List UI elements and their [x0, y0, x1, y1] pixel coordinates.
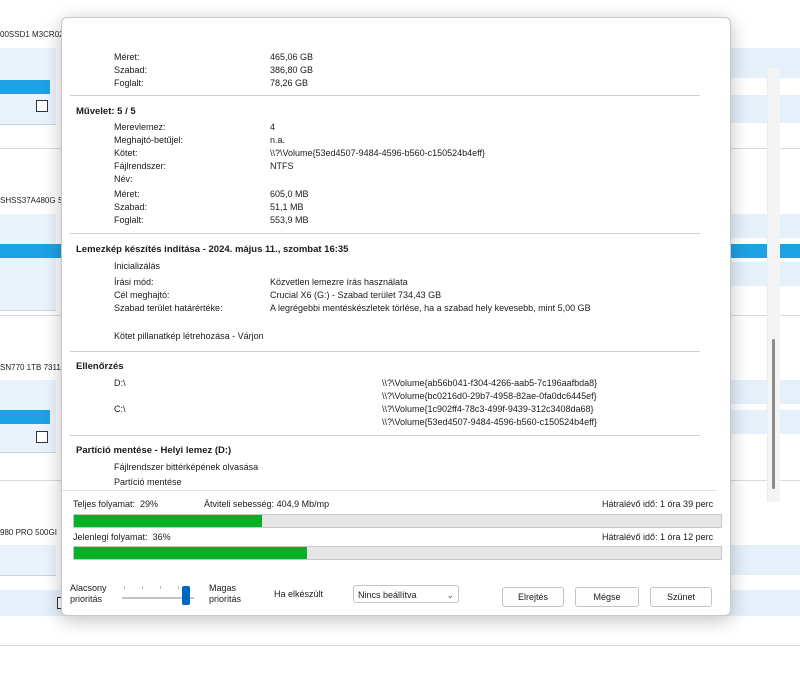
- operation-log: Méret: 465,06 GB Szabad: 386,80 GB Fogla…: [62, 18, 717, 491]
- scrollbar-thumb[interactable]: [772, 339, 775, 489]
- log-label: Szabad:: [114, 65, 148, 75]
- disk-map-panel[interactable]: [0, 545, 56, 576]
- log-label: Szabad terület határértéke:: [114, 303, 223, 313]
- total-remaining-time: Hátralévő idő: 1 óra 39 perc: [602, 499, 714, 509]
- volume-path: \\?\Volume{53ed4507-9484-4596-b560-c1505…: [382, 417, 598, 427]
- disk-label: 00SSD1 M3CR02: [0, 30, 64, 39]
- partition-bar[interactable]: [729, 244, 800, 258]
- partition-cell[interactable]: [729, 380, 800, 404]
- drive-label: C:\: [114, 404, 126, 414]
- section-divider: [70, 233, 700, 234]
- current-remaining-time: Hátralévő idő: 1 óra 12 perc: [602, 532, 714, 542]
- divider: [0, 645, 800, 646]
- current-progress-label: Jelenlegi folyamat: 36%: [73, 532, 171, 542]
- partition-bar[interactable]: [0, 244, 62, 258]
- volume-path: \\?\Volume{bc0216d0-29b7-4958-82ae-0fa0d…: [382, 391, 597, 401]
- partition-cell[interactable]: [729, 410, 800, 434]
- drive-label: D:\: [114, 378, 126, 388]
- current-progress-fill: [74, 547, 307, 559]
- log-scrollbar[interactable]: [767, 68, 780, 502]
- high-priority-label: Magas prioritás: [209, 583, 242, 604]
- partition-bar[interactable]: [0, 80, 50, 94]
- section-divider: [70, 351, 700, 352]
- section-divider: [70, 95, 700, 96]
- partition-cell[interactable]: [729, 95, 800, 123]
- transfer-speed-value: 404,9 Mb/mp: [276, 499, 330, 509]
- section-title: Művelet: 5 / 5: [76, 106, 136, 117]
- partition-cell[interactable]: [729, 48, 800, 78]
- log-label: Foglalt:: [114, 215, 144, 225]
- low-priority-label: Alacsony prioritás: [70, 583, 107, 604]
- disk-label: 980 PRO 500GI: [0, 528, 57, 537]
- log-item: Kötet pillanatkép létrehozása - Várjon: [114, 331, 264, 341]
- when-done-label: Ha elkészült: [274, 589, 324, 599]
- slider-tick: [160, 586, 161, 589]
- log-value: 553,9 MB: [270, 215, 309, 225]
- backup-progress-dialog: Méret: 465,06 GB Szabad: 386,80 GB Fogla…: [61, 17, 780, 616]
- section-title: Lemezkép készítés indítása - 2024. május…: [76, 244, 349, 255]
- log-label: Fájlrendszer:: [114, 161, 167, 171]
- log-label: Kötet:: [114, 148, 138, 158]
- log-label: Szabad:: [114, 202, 148, 212]
- log-label: Cél meghajtó:: [114, 290, 170, 300]
- current-progress-percent: 36%: [152, 532, 171, 542]
- log-value: 78,26 GB: [270, 78, 309, 88]
- log-value: Crucial X6 (G:) - Szabad terület 734,43 …: [270, 290, 442, 300]
- total-progress-bar: [73, 514, 722, 528]
- pause-button[interactable]: Szünet: [650, 587, 712, 607]
- log-item: Inicializálás: [114, 261, 161, 271]
- partition-cell[interactable]: [729, 262, 800, 286]
- log-value: 51,1 MB: [270, 202, 304, 212]
- log-value: 4: [270, 122, 276, 132]
- partition-cell[interactable]: [729, 545, 800, 575]
- total-progress-label: Teljes folyamat: 29%: [73, 499, 159, 509]
- section-title: Ellenőrzés: [76, 361, 124, 372]
- disk-map-panel[interactable]: [0, 214, 56, 311]
- section-title: Partíció mentése - Helyi lemez (D:): [76, 445, 232, 456]
- log-value: \\?\Volume{53ed4507-9484-4596-b560-c1505…: [270, 148, 486, 158]
- log-item: Fájlrendszer bittérképének olvasása: [114, 462, 259, 472]
- partition-cell[interactable]: [729, 214, 800, 238]
- log-value: 605,0 MB: [270, 189, 309, 199]
- volume-path: \\?\Volume{ab56b041-f304-4266-aab5-7c196…: [382, 378, 598, 388]
- hide-button[interactable]: Elrejtés: [502, 587, 564, 607]
- transfer-speed: Átviteli sebesség: 404,9 Mb/mp: [204, 499, 330, 509]
- disk-label: SN770 1TB 7311: [0, 363, 61, 372]
- log-value: n.a.: [270, 135, 286, 145]
- log-label: Merevlemez:: [114, 122, 166, 132]
- log-label: Írási mód:: [114, 277, 154, 287]
- total-progress-fill: [74, 515, 262, 527]
- when-done-select[interactable]: Nincs beállítva ⌄: [353, 585, 459, 603]
- log-label: Méret:: [114, 189, 140, 199]
- log-item: Partíció mentése: [114, 477, 182, 487]
- current-remaining-value: 1 óra 12 perc: [660, 532, 714, 542]
- chevron-down-icon: ⌄: [446, 590, 454, 600]
- partition-checkbox[interactable]: [36, 100, 48, 112]
- slider-tick: [142, 586, 143, 589]
- current-progress-bar: [73, 546, 722, 560]
- volume-path: \\?\Volume{1c902ff4-78c3-499f-9439-312c3…: [382, 404, 594, 414]
- when-done-value: Nincs beállítva: [358, 590, 417, 600]
- slider-tick: [178, 586, 179, 589]
- log-value: 465,06 GB: [270, 52, 314, 62]
- cancel-button[interactable]: Mégse: [575, 587, 639, 607]
- total-remaining-value: 1 óra 39 perc: [660, 499, 714, 509]
- partition-bar[interactable]: [0, 410, 50, 424]
- log-value: Közvetlen lemezre írás használata: [270, 277, 408, 287]
- log-label: Méret:: [114, 52, 140, 62]
- section-divider: [70, 435, 700, 436]
- log-label: Meghajtó-betűjel:: [114, 135, 184, 145]
- priority-slider-thumb[interactable]: [182, 586, 190, 605]
- partition-checkbox[interactable]: [36, 431, 48, 443]
- log-value: A legrégebbi mentéskészletek törlése, ha…: [270, 303, 591, 313]
- log-value: NTFS: [270, 161, 294, 171]
- slider-tick: [124, 586, 125, 589]
- total-progress-percent: 29%: [140, 499, 159, 509]
- log-label: Foglalt:: [114, 78, 144, 88]
- disk-label: SHSS37A480G SA: [0, 196, 69, 205]
- log-label: Név:: [114, 174, 133, 184]
- log-value: 386,80 GB: [270, 65, 314, 75]
